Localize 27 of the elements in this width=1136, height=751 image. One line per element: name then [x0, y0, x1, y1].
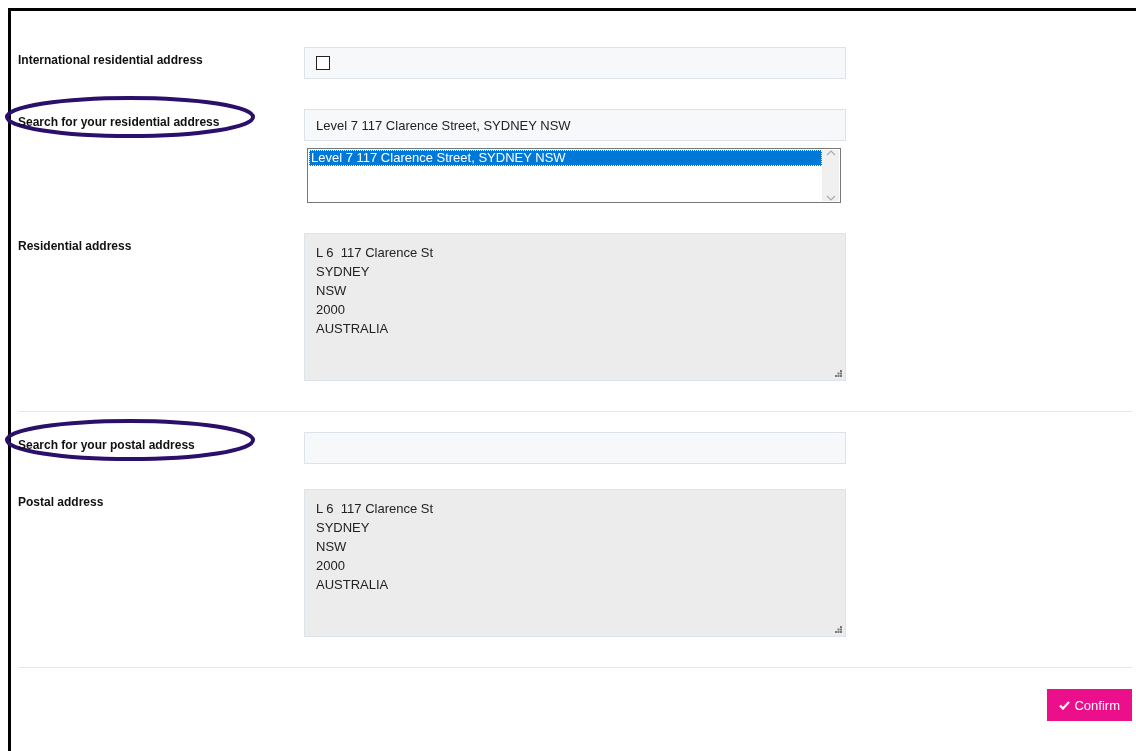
- address-line: AUSTRALIA: [316, 320, 390, 338]
- field-label: Search for your residential address: [18, 115, 220, 129]
- resize-grip-icon[interactable]: [835, 626, 842, 633]
- address-line: 2000: [316, 557, 346, 575]
- checkbox[interactable]: [316, 56, 330, 70]
- field-label: Residential address: [18, 239, 132, 253]
- address-line: L 6 117 Clarence St: [316, 244, 435, 262]
- address-line: SYDNEY: [316, 263, 371, 281]
- field-label: Postal address: [18, 495, 104, 509]
- search-field[interactable]: Level 7 117 Clarence Street, SYDNEY NSW: [304, 109, 846, 141]
- address-line: 2000: [316, 301, 346, 319]
- address-box[interactable]: L 6 117 Clarence St SYDNEY NSW 2000 AUSTRALIA: [304, 489, 846, 637]
- field-label: Search for your postal address: [18, 438, 195, 452]
- scroll-down-icon[interactable]: [825, 195, 836, 201]
- address-line: NSW: [316, 538, 348, 556]
- resize-grip-icon[interactable]: [835, 370, 842, 377]
- field-label: International residential address: [18, 53, 203, 67]
- scroll-up-icon[interactable]: [825, 150, 836, 156]
- address-line: L 6 117 Clarence St: [316, 500, 435, 518]
- address-line: SYDNEY: [316, 519, 371, 537]
- address-box[interactable]: L 6 117 Clarence St SYDNEY NSW 2000 AUSTRALIA: [304, 233, 846, 381]
- search-field[interactable]: [304, 432, 846, 464]
- check-icon: [1059, 700, 1071, 710]
- address-line: AUSTRALIA: [316, 576, 390, 594]
- address-line: NSW: [316, 282, 348, 300]
- confirm-button[interactable]: Confirm: [1047, 689, 1132, 721]
- suggestion-option[interactable]: Level 7 117 Clarence Street, SYDNEY NSW: [309, 150, 822, 166]
